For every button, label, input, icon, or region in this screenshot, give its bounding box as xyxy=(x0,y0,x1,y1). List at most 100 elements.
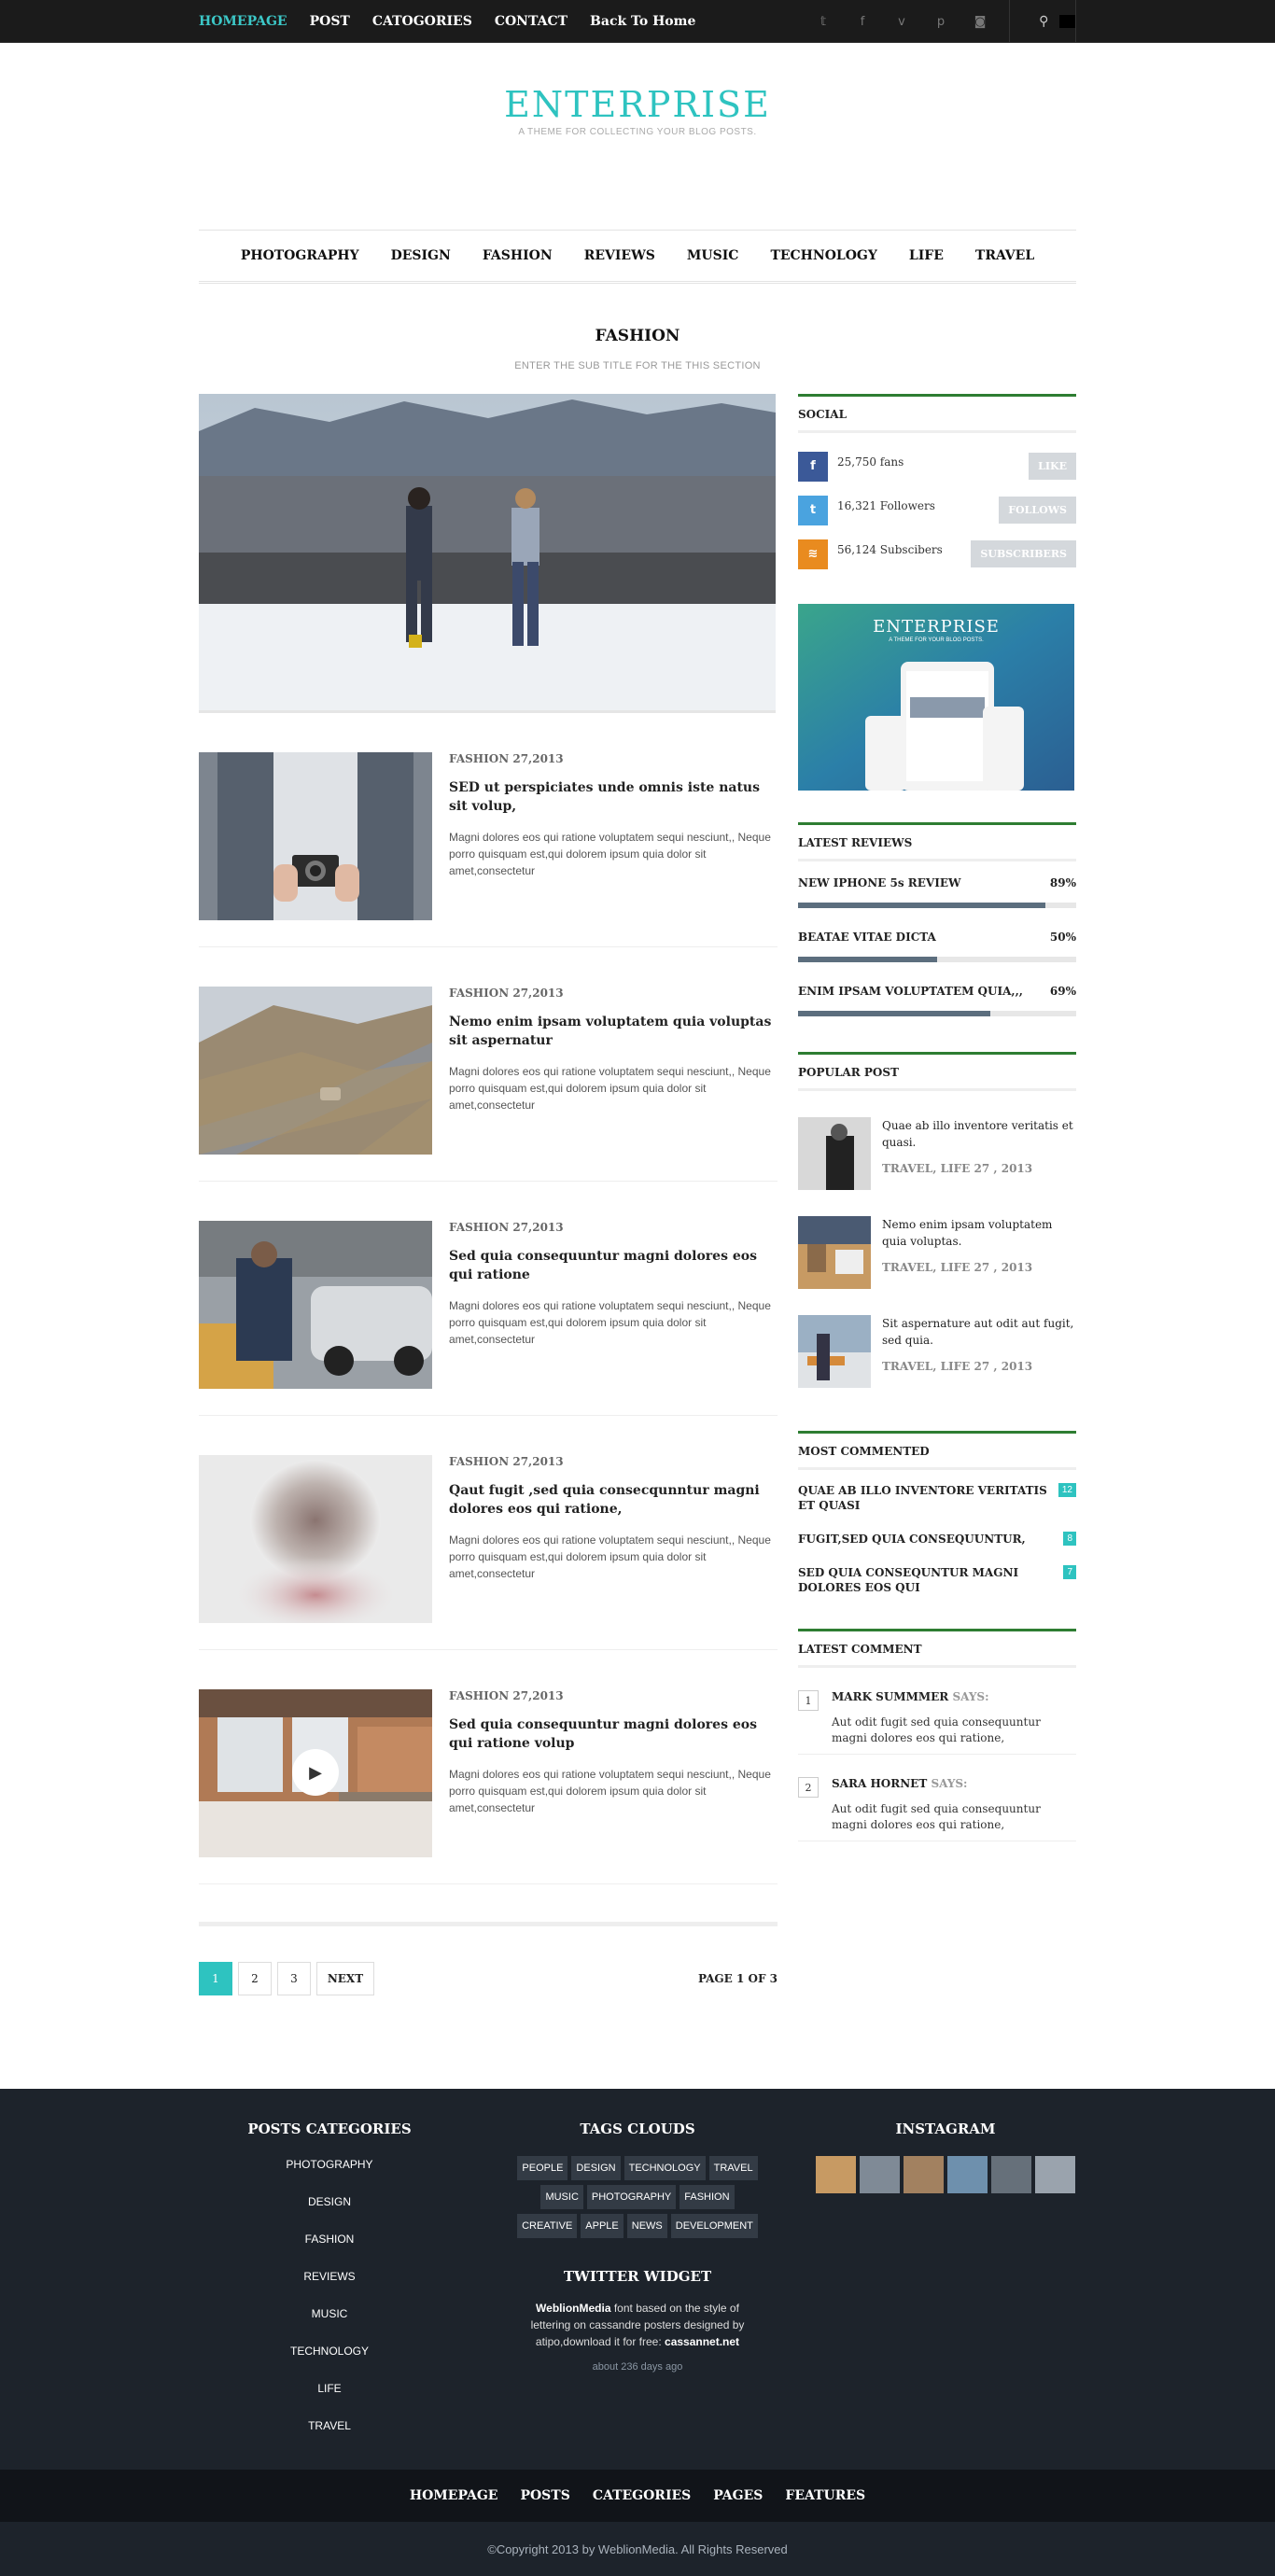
page-1-button[interactable]: 1 xyxy=(199,1962,232,1995)
next-page-button[interactable]: NEXT xyxy=(316,1962,374,1995)
review-bar xyxy=(798,957,1076,962)
footer-tags: TAGS CLOUDS PEOPLE DESIGN TECHNOLOGY TRA… xyxy=(460,2121,815,2457)
section-header: FASHION ENTER THE SUB TITLE FOR THE THIS… xyxy=(199,327,1076,371)
popular-post-title[interactable]: Quae ab illo inventore veritatis et quas… xyxy=(882,1117,1076,1151)
footer-category-link[interactable]: LIFE xyxy=(199,2382,460,2419)
nav-design[interactable]: DESIGN xyxy=(391,248,451,263)
post-title[interactable]: Qaut fugit ,sed quia consecqunntur magni… xyxy=(449,1481,778,1519)
most-commented-title[interactable]: FUGIT,SED QUIA CONSEQUUNTUR, xyxy=(798,1532,1059,1547)
instagram-photo[interactable] xyxy=(947,2156,988,2193)
search-icon[interactable]: ⚲ xyxy=(1034,9,1054,34)
instagram-photo[interactable] xyxy=(816,2156,856,2193)
footer: POSTS CATEGORIES PHOTOGRAPHY DESIGN FASH… xyxy=(0,2089,1275,2470)
footer-category-link[interactable]: TRAVEL xyxy=(199,2419,460,2457)
top-nav-post[interactable]: POST xyxy=(310,14,350,29)
instagram-icon[interactable]: ◙ xyxy=(968,9,992,34)
review-name[interactable]: ENIM IPSAM VOLUPTATEM QUIA,,, xyxy=(798,985,1023,998)
hero-image[interactable] xyxy=(199,394,776,713)
site-logo[interactable]: ENTERPRISE xyxy=(0,84,1275,125)
most-commented-item[interactable]: FUGIT,SED QUIA CONSEQUUNTUR, 8 xyxy=(798,1519,1076,1552)
footer-nav-features[interactable]: FEATURES xyxy=(785,2488,865,2503)
main-nav: PHOTOGRAPHY DESIGN FASHION REVIEWS MUSIC… xyxy=(199,230,1076,284)
post-thumbnail[interactable]: ▶ xyxy=(199,1689,432,1857)
twitter-icon[interactable]: 𝕥 xyxy=(811,9,835,34)
facebook-icon[interactable]: f xyxy=(850,9,875,34)
post-thumbnail[interactable] xyxy=(199,1455,432,1623)
post-title[interactable]: Sed quia consequuntur magni dolores eos … xyxy=(449,1247,778,1284)
popular-post-thumbnail[interactable] xyxy=(798,1117,871,1190)
nav-life[interactable]: LIFE xyxy=(909,248,944,263)
footer-nav-pages[interactable]: PAGES xyxy=(713,2488,763,2503)
top-nav-catogories[interactable]: CATOGORIES xyxy=(372,14,472,29)
tweet-link[interactable]: cassannet.net xyxy=(665,2335,739,2348)
nav-reviews[interactable]: REVIEWS xyxy=(584,248,655,263)
footer-nav-homepage[interactable]: HOMEPAGE xyxy=(410,2488,498,2503)
nav-technology[interactable]: TECHNOLOGY xyxy=(770,248,876,263)
tag-link[interactable]: FASHION xyxy=(680,2185,735,2209)
nav-music[interactable]: MUSIC xyxy=(687,248,739,263)
comment-author[interactable]: MARK SUMMMER xyxy=(832,1690,948,1703)
instagram-photo[interactable] xyxy=(860,2156,900,2193)
follows-button[interactable]: FOLLOWS xyxy=(999,497,1076,524)
top-nav-homepage[interactable]: HOMEPAGE xyxy=(199,14,287,29)
tag-link[interactable]: TECHNOLOGY xyxy=(623,2156,706,2180)
instagram-photo[interactable] xyxy=(904,2156,944,2193)
pinterest-icon[interactable]: p xyxy=(929,9,953,34)
footer-nav-categories[interactable]: CATEGORIES xyxy=(593,2488,691,2503)
nav-fashion[interactable]: FASHION xyxy=(483,248,553,263)
like-button[interactable]: LIKE xyxy=(1029,453,1076,480)
tag-link[interactable]: NEWS xyxy=(626,2214,667,2238)
tag-link[interactable]: DESIGN xyxy=(571,2156,621,2180)
comment-author[interactable]: SARA HORNET xyxy=(832,1777,927,1790)
footer-category-link[interactable]: MUSIC xyxy=(199,2307,460,2345)
tag-link[interactable]: TRAVEL xyxy=(708,2156,758,2180)
most-commented-title[interactable]: SED QUIA CONSEQUNTUR MAGNI DOLORES EOS Q… xyxy=(798,1565,1059,1595)
instagram-photo[interactable] xyxy=(1035,2156,1075,2193)
instagram-photo[interactable] xyxy=(991,2156,1031,2193)
post-title[interactable]: Nemo enim ipsam voluptatem quia voluptas… xyxy=(449,1013,778,1050)
tag-link[interactable]: PHOTOGRAPHY xyxy=(586,2185,677,2209)
footer-category-link[interactable]: FASHION xyxy=(199,2233,460,2270)
post-thumbnail[interactable] xyxy=(199,752,432,920)
facebook-icon[interactable]: f xyxy=(798,451,828,482)
tag-link[interactable]: APPLE xyxy=(581,2214,623,2238)
vimeo-icon[interactable]: v xyxy=(890,9,914,34)
play-icon[interactable]: ▶ xyxy=(292,1749,339,1796)
post-thumbnail[interactable] xyxy=(199,1221,432,1389)
tweet-time: about 236 days ago xyxy=(592,2361,683,2373)
tag-link[interactable]: CREATIVE xyxy=(517,2214,578,2238)
footer-category-link[interactable]: REVIEWS xyxy=(199,2270,460,2307)
popular-post-title[interactable]: Sit aspernature aut odit aut fugit, sed … xyxy=(882,1315,1076,1349)
tag-link[interactable]: MUSIC xyxy=(540,2185,583,2209)
footer-category-link[interactable]: TECHNOLOGY xyxy=(199,2345,460,2382)
most-commented-item[interactable]: QUAE AB ILLO INVENTORE VERITATIS ET QUAS… xyxy=(798,1470,1076,1519)
tag-link[interactable]: DEVELOPMENT xyxy=(670,2214,758,2238)
search-box[interactable]: ⚲ xyxy=(1009,0,1076,43)
nav-photography[interactable]: PHOTOGRAPHY xyxy=(241,248,359,263)
review-name[interactable]: NEW IPHONE 5s REVIEW xyxy=(798,876,960,889)
top-nav-back-to-home[interactable]: Back To Home xyxy=(590,14,695,29)
search-input[interactable] xyxy=(1058,15,1075,28)
sidebar-ad-banner[interactable]: ENTERPRISE A THEME FOR YOUR BLOG POSTS. xyxy=(798,604,1074,791)
popular-post-thumbnail[interactable] xyxy=(798,1315,871,1388)
tag-link[interactable]: PEOPLE xyxy=(517,2156,568,2180)
page-3-button[interactable]: 3 xyxy=(277,1962,311,1995)
most-commented-item[interactable]: SED QUIA CONSEQUNTUR MAGNI DOLORES EOS Q… xyxy=(798,1552,1076,1601)
most-commented-title[interactable]: QUAE AB ILLO INVENTORE VERITATIS ET QUAS… xyxy=(798,1483,1058,1513)
subscribers-button[interactable]: SUBSCRIBERS xyxy=(971,540,1076,567)
post-title[interactable]: SED ut perspiciates unde omnis iste natu… xyxy=(449,778,778,816)
review-name[interactable]: BEATAE VITAE DICTA xyxy=(798,931,936,944)
top-nav-contact[interactable]: CONTACT xyxy=(495,14,567,29)
popular-post-thumbnail[interactable] xyxy=(798,1216,871,1289)
tweet-author[interactable]: WeblionMedia xyxy=(536,2302,610,2315)
footer-category-link[interactable]: DESIGN xyxy=(199,2195,460,2233)
nav-travel[interactable]: TRAVEL xyxy=(975,248,1034,263)
footer-nav-posts[interactable]: POSTS xyxy=(520,2488,569,2503)
page-2-button[interactable]: 2 xyxy=(238,1962,272,1995)
post-thumbnail[interactable] xyxy=(199,987,432,1155)
twitter-icon[interactable]: t xyxy=(798,495,828,525)
popular-post-title[interactable]: Nemo enim ipsam voluptatem quia voluptas… xyxy=(882,1216,1076,1250)
footer-category-link[interactable]: PHOTOGRAPHY xyxy=(199,2158,460,2195)
rss-icon[interactable]: ≋ xyxy=(798,539,828,569)
post-title[interactable]: Sed quia consequuntur magni dolores eos … xyxy=(449,1715,778,1753)
